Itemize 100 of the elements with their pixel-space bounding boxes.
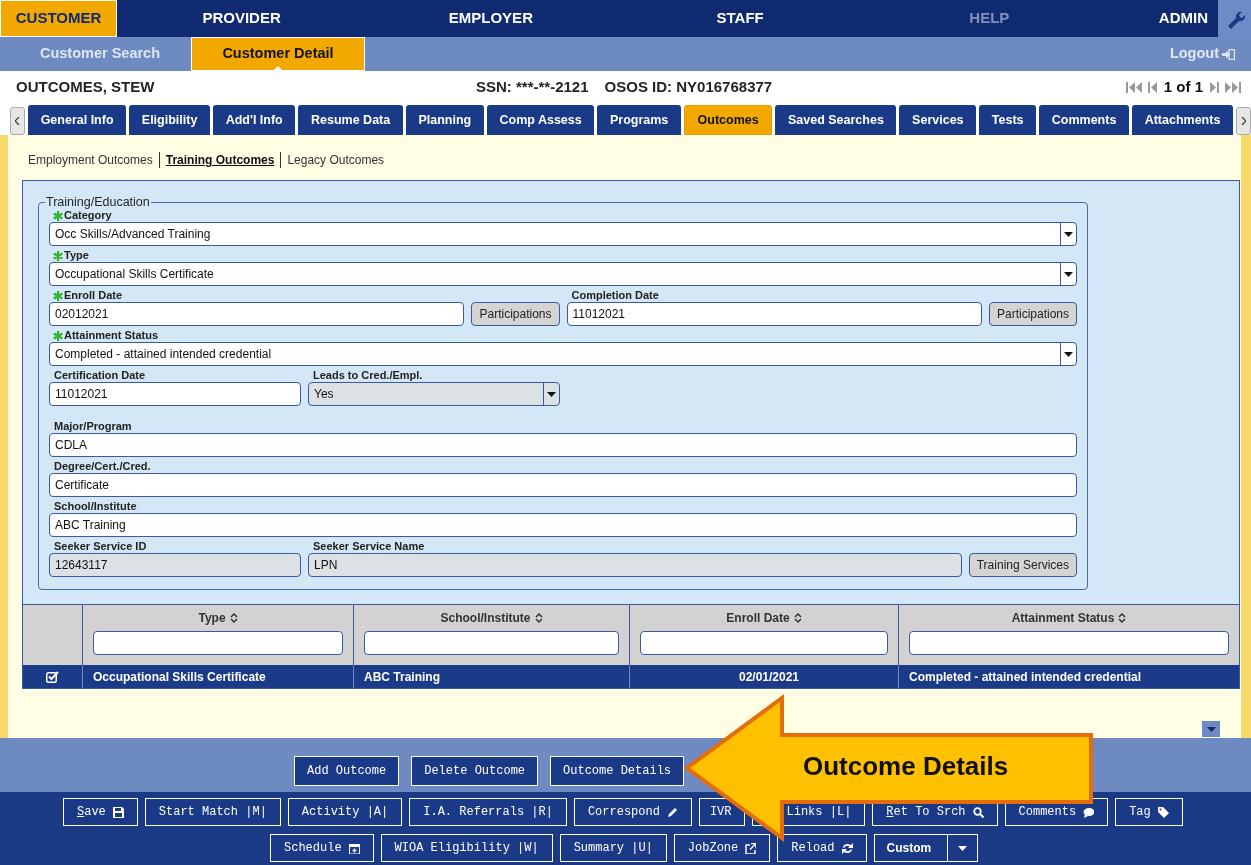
field-label: Certification Date	[54, 369, 146, 382]
input-field[interactable]: Certificate	[49, 473, 1077, 497]
toolbar-button[interactable]: Custom	[873, 834, 979, 862]
input-field[interactable]: 02012021	[49, 302, 465, 326]
field-label: Seeker Service ID	[54, 540, 147, 553]
table-row[interactable]: Occupational Skills Certificate ABC Training 02/01/2021 Completed - attained intended credential	[23, 665, 1239, 688]
refresh-icon	[841, 842, 853, 854]
tab[interactable]: Services	[899, 105, 977, 135]
toolbar-button[interactable]: Save	[63, 798, 138, 826]
participations-button[interactable]: Training Services	[968, 553, 1077, 577]
input-field[interactable]: LPN	[308, 553, 962, 577]
field-label: Leads to Cred./Empl.	[313, 369, 423, 382]
action-button[interactable]: Outcome Details	[550, 756, 685, 786]
dropdown-field[interactable]: Completed - attained intended credential	[49, 342, 1077, 366]
tab[interactable]: General Info	[28, 105, 127, 135]
nav-tab[interactable]: PROVIDER	[117, 0, 367, 37]
logout-icon	[1222, 48, 1235, 60]
sort-icon[interactable]	[793, 612, 802, 623]
dropdown-field[interactable]: Occupational Skills Certificate	[49, 262, 1077, 286]
last-page-icon[interactable]	[1225, 81, 1241, 93]
speech-bubble-icon	[1083, 806, 1095, 818]
subtab-link[interactable]: Employment Outcomes	[28, 152, 160, 168]
subtab-link[interactable]: Training Outcomes	[159, 152, 282, 168]
participations-button[interactable]: Participations	[471, 302, 560, 326]
tab[interactable]: Tests	[979, 105, 1037, 135]
field-label: Type	[64, 249, 89, 262]
column-header[interactable]: Attainment Status	[1011, 611, 1127, 624]
caret-icon	[1206, 726, 1216, 732]
input-field[interactable]: CDLA	[49, 433, 1077, 457]
tab[interactable]: Programs	[597, 105, 681, 135]
field-label: Category	[64, 209, 112, 222]
external-link-icon	[745, 842, 757, 854]
dropdown-field[interactable]: Yes	[308, 382, 560, 406]
input-field[interactable]: 12643117	[49, 553, 301, 577]
action-button[interactable]: Delete Outcome	[411, 756, 539, 786]
dropdown-field[interactable]: Occ Skills/Advanced Training	[49, 222, 1077, 246]
toolbar-button[interactable]: Reload	[777, 834, 867, 862]
tab[interactable]: Add'l Info	[213, 105, 296, 135]
admin-tools-button[interactable]	[1218, 0, 1251, 37]
field-label: Attainment Status	[64, 329, 159, 342]
table-cell: ABC Training	[354, 665, 630, 688]
calendar-plus-icon	[348, 842, 360, 854]
sort-icon[interactable]	[1118, 612, 1127, 623]
expand-button[interactable]	[1201, 720, 1221, 738]
customer-name: OUTCOMES, STEW	[16, 76, 156, 97]
toolbar-button[interactable]: Activity |A|	[287, 798, 403, 826]
toolbar-button[interactable]: Schedule	[270, 834, 374, 862]
filter-field[interactable]	[93, 631, 343, 655]
tab[interactable]: Planning	[405, 105, 484, 135]
input-field[interactable]: 11012021	[566, 302, 982, 326]
chevron-right-icon	[1240, 117, 1246, 125]
tab[interactable]: Saved Searches	[775, 105, 897, 135]
tag-icon	[1157, 806, 1169, 818]
filter-field[interactable]	[640, 631, 888, 655]
table-cell-text: Completed - attained intended credential	[908, 668, 1143, 686]
toolbar-button[interactable]: Tag	[1115, 798, 1183, 826]
tab[interactable]: Outcomes	[683, 105, 773, 135]
checkbox[interactable]	[46, 670, 59, 683]
scroll-right-button[interactable]	[1235, 107, 1251, 135]
toolbar-button[interactable]: Summary |U|	[559, 834, 667, 862]
input-field[interactable]: ABC Training	[49, 513, 1077, 537]
field-label: Degree/Cert./Cred.	[54, 460, 151, 473]
table-cell: 02/01/2021	[630, 665, 899, 688]
sort-icon[interactable]	[229, 612, 238, 623]
field-label: School/Institute	[54, 500, 137, 513]
first-page-icon[interactable]	[1125, 81, 1142, 93]
next-page-icon[interactable]	[1209, 81, 1219, 93]
field-label: Completion Date	[571, 289, 659, 302]
column-header[interactable]: Enroll Date	[726, 611, 802, 624]
nav-tab[interactable]: ADMIN	[1114, 0, 1218, 37]
tab[interactable]: Comments	[1039, 105, 1129, 135]
subtab-link[interactable]: Legacy Outcomes	[281, 152, 391, 168]
toolbar-button[interactable]: JobZone	[673, 834, 771, 862]
input-field[interactable]: 11012021	[49, 382, 301, 406]
sort-icon[interactable]	[534, 612, 543, 623]
chevron-left-icon	[15, 117, 20, 125]
nav-tab[interactable]: Customer Detail	[191, 37, 365, 71]
field-label: Seeker Service Name	[313, 540, 425, 553]
nav-tab[interactable]: STAFF	[615, 0, 865, 37]
participations-button[interactable]: Participations	[988, 302, 1077, 326]
nav-tab[interactable]: EMPLOYER	[366, 0, 616, 37]
filter-field[interactable]	[909, 631, 1229, 655]
tab[interactable]: Resume Data	[298, 105, 403, 135]
toolbar-button[interactable]: Correspond	[573, 798, 692, 826]
caret-icon	[958, 845, 968, 851]
tab[interactable]: Eligibility	[129, 105, 210, 135]
action-button[interactable]: Add Outcome	[294, 756, 400, 786]
toolbar-button[interactable]: Start Match |M|	[144, 798, 281, 826]
filter-field[interactable]	[364, 631, 619, 655]
search-icon	[972, 806, 984, 818]
nav-tab[interactable]: CUSTOMER	[0, 0, 117, 37]
previous-page-icon[interactable]	[1147, 81, 1158, 93]
toolbar-button[interactable]: WIOA Eligibility |W|	[380, 834, 553, 862]
section-legend: Training/Education	[45, 195, 151, 209]
toolbar-button[interactable]: I.A. Referrals |R|	[409, 798, 567, 826]
pencil-icon	[666, 806, 678, 818]
tab[interactable]: Attachments	[1132, 105, 1233, 135]
column-header[interactable]: School/Institute	[440, 611, 543, 624]
column-header[interactable]: Type	[198, 611, 238, 624]
tab[interactable]: Comp Assess	[486, 105, 595, 135]
